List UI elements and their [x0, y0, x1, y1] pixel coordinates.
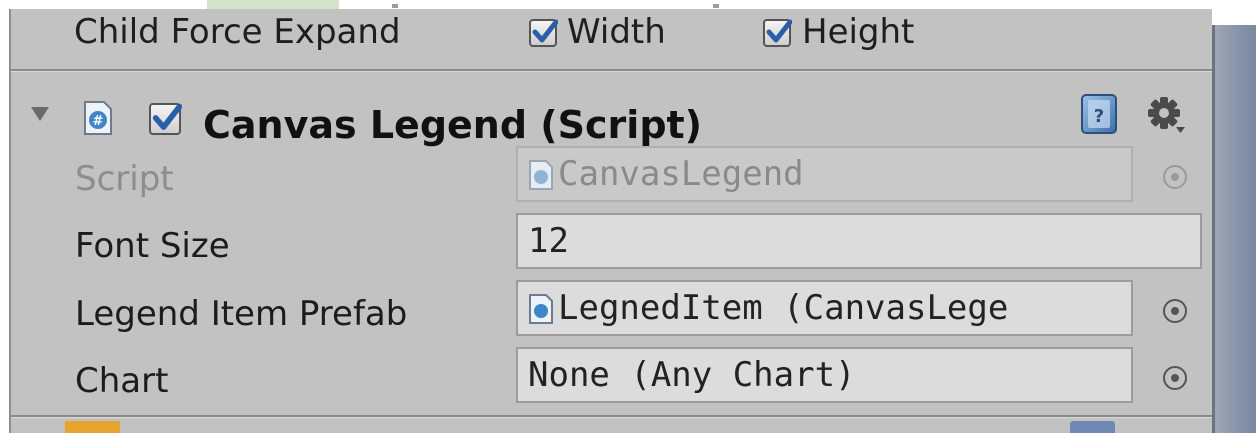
font-size-value: 12: [528, 221, 569, 261]
legend-item-prefab-value: LegnedItem (CanvasLege: [558, 288, 1009, 328]
csharp-script-icon: #: [84, 101, 112, 135]
gear-icon[interactable]: [1146, 95, 1186, 135]
help-book-icon[interactable]: ?: [1077, 92, 1121, 136]
prefab-asset-icon: [529, 294, 553, 324]
checkmark-icon: [152, 103, 182, 130]
component-title: Canvas Legend (Script): [203, 103, 703, 147]
next-help-icon: [1070, 421, 1115, 433]
script-value: CanvasLegend: [558, 154, 804, 194]
object-picker-icon: [1163, 165, 1187, 189]
object-picker-icon[interactable]: [1163, 366, 1187, 390]
checkmark-icon: [532, 19, 558, 43]
svg-text:#: #: [93, 114, 104, 129]
object-picker-icon[interactable]: [1163, 299, 1187, 323]
font-size-label: Font Size: [75, 226, 230, 266]
top-dot: [713, 4, 719, 8]
script-asset-icon: [529, 160, 553, 190]
child-force-expand-label: Child Force Expand: [74, 12, 401, 52]
legend-item-prefab-label: Legend Item Prefab: [75, 294, 408, 334]
chart-field[interactable]: None (Any Chart): [516, 347, 1133, 403]
script-field: CanvasLegend: [516, 146, 1133, 202]
width-label: Width: [567, 12, 666, 52]
width-checkbox[interactable]: [529, 19, 558, 47]
script-label: Script: [75, 159, 174, 199]
height-checkbox[interactable]: [763, 19, 792, 47]
divider: [11, 71, 1212, 72]
component-header[interactable]: # Canvas Legend (Script) ?: [11, 77, 1212, 151]
chart-value: None (Any Chart): [528, 355, 856, 395]
svg-text:?: ?: [1094, 106, 1104, 127]
vertical-scrollbar[interactable]: [1212, 25, 1256, 433]
divider: [11, 417, 1212, 418]
legend-item-prefab-field[interactable]: LegnedItem (CanvasLege: [516, 280, 1133, 336]
next-component-icon: [65, 421, 120, 433]
height-label: Height: [802, 12, 915, 52]
chart-label: Chart: [75, 361, 169, 401]
checkmark-icon: [766, 19, 792, 43]
window-top-strip: [0, 0, 1256, 9]
font-size-input[interactable]: 12: [516, 213, 1202, 269]
child-force-expand-row: Child Force Expand Width Height: [11, 9, 1212, 67]
inspector-panel: Child Force Expand Width Height # Canvas…: [9, 9, 1212, 433]
component-enabled-checkbox[interactable]: [149, 103, 182, 135]
foldout-arrow-icon[interactable]: [31, 107, 49, 121]
top-dot: [392, 4, 398, 8]
